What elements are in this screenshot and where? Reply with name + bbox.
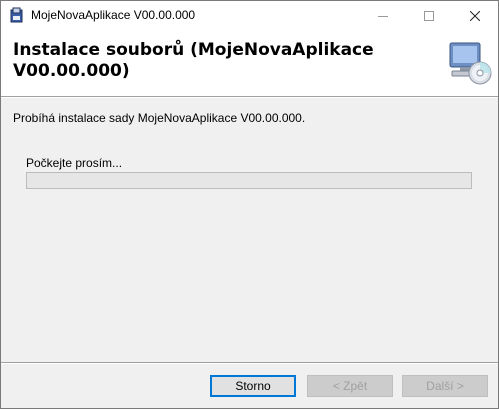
page-title: Instalace souborů (MojeNovaAplikace V00.… [13,40,374,81]
installer-icon [10,7,23,23]
minimize-icon [378,15,388,17]
title-bar[interactable]: MojeNovaAplikace V00.00.000 [1,1,498,30]
close-icon [470,10,480,21]
computer-cd-icon [449,42,492,85]
banner-divider [1,97,498,98]
installer-window: MojeNovaAplikace V00.00.000 Instalace so… [0,0,499,409]
window-title: MojeNovaAplikace V00.00.000 [31,8,196,22]
progress-bar [26,172,472,189]
next-button[interactable]: Další > [402,375,488,397]
maximize-button[interactable] [406,1,452,30]
cancel-button[interactable]: Storno [210,375,296,397]
minimize-button[interactable] [360,1,406,30]
install-status-text: Probíhá instalace sady MojeNovaAplikace … [13,111,306,125]
wait-label: Počkejte prosím... [26,156,123,170]
header-banner: Instalace souborů (MojeNovaAplikace V00.… [1,30,498,97]
maximize-icon [424,10,434,21]
close-button[interactable] [452,1,498,30]
footer-divider [1,362,498,364]
back-button[interactable]: < Zpět [307,375,393,397]
